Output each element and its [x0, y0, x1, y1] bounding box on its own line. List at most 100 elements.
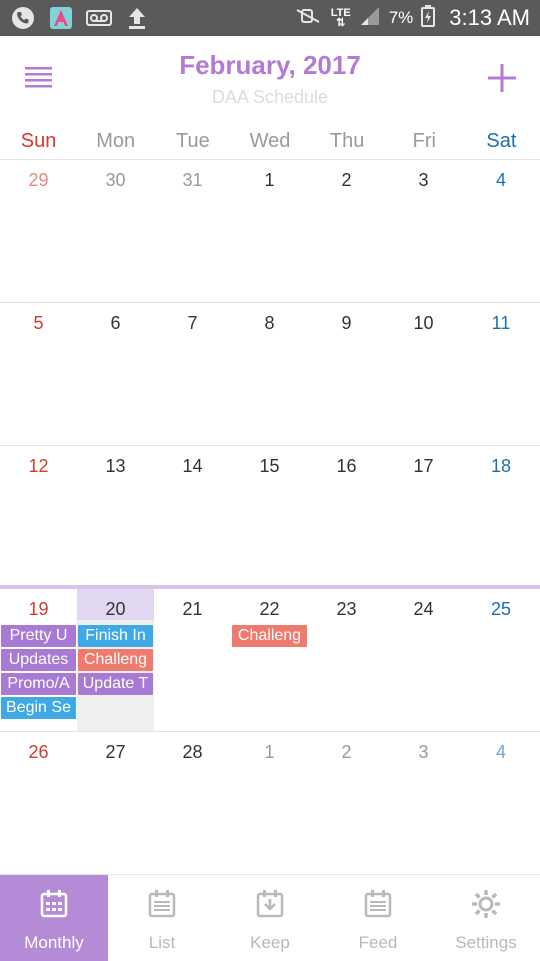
- event-chip[interactable]: Begin Se: [1, 697, 76, 719]
- clock: 3:13 AM: [449, 5, 530, 30]
- nav-label: Settings: [455, 933, 517, 952]
- upload-icon: [124, 5, 150, 31]
- day-number: 13: [105, 456, 126, 476]
- network-type: LTE ⇅: [330, 7, 351, 29]
- day-cell[interactable]: 1: [231, 160, 308, 302]
- weekday-wed: Wed: [249, 130, 291, 152]
- day-number: 9: [341, 313, 352, 333]
- day-cell[interactable]: 18: [462, 446, 540, 588]
- day-cell[interactable]: 15: [231, 446, 308, 588]
- status-bar: LTE ⇅ 7% 3:13 AM: [0, 0, 540, 36]
- calendar-week: 19 Pretty U Updates Promo/A Begin Se 20 Finish…: [0, 585, 540, 732]
- day-cell[interactable]: 8: [231, 303, 308, 445]
- day-cell[interactable]: 23: [308, 589, 385, 731]
- day-cell[interactable]: 25: [462, 589, 540, 731]
- phone-icon: [10, 5, 36, 31]
- calendar-name: DAA Schedule: [211, 87, 329, 107]
- day-number: 26: [28, 742, 49, 762]
- add-event-icon[interactable]: [484, 60, 520, 96]
- day-number: 27: [105, 742, 126, 762]
- weekday-tue: Tue: [175, 130, 210, 152]
- battery-percent: 7%: [388, 8, 414, 27]
- day-cell[interactable]: 30: [77, 160, 154, 302]
- nav-list[interactable]: List: [108, 875, 216, 961]
- day-cell[interactable]: 28: [154, 732, 231, 874]
- nav-label: Feed: [358, 933, 398, 952]
- day-cell[interactable]: 12: [0, 446, 77, 588]
- mute-icon: [293, 6, 323, 31]
- calendar-week: 29 30 31 1 2 3 4: [0, 160, 540, 303]
- day-cell[interactable]: 24: [385, 589, 462, 731]
- day-cell[interactable]: 31: [154, 160, 231, 302]
- day-cell[interactable]: 7: [154, 303, 231, 445]
- day-cell[interactable]: 3: [385, 160, 462, 302]
- voicemail-icon: [86, 5, 112, 31]
- day-cell[interactable]: 5: [0, 303, 77, 445]
- day-cell[interactable]: 22 Challeng: [231, 589, 308, 731]
- day-cell[interactable]: 6: [77, 303, 154, 445]
- bottom-navigation: Monthly List Keep Feed Settings: [0, 874, 540, 961]
- day-number: 4: [495, 742, 506, 762]
- day-cell[interactable]: 26: [0, 732, 77, 874]
- notification-icons: [10, 5, 150, 31]
- day-number: 1: [264, 742, 275, 762]
- day-number: 20: [77, 589, 154, 620]
- event-chip[interactable]: Finish In: [78, 625, 153, 647]
- nav-label: Monthly: [24, 933, 84, 952]
- day-cell[interactable]: 11: [462, 303, 540, 445]
- day-cell[interactable]: 27: [77, 732, 154, 874]
- day-cell[interactable]: 16: [308, 446, 385, 588]
- event-chip[interactable]: Challeng: [78, 649, 153, 671]
- day-number: 30: [105, 170, 126, 190]
- nav-feed[interactable]: Feed: [324, 875, 432, 961]
- day-number: 4: [495, 170, 506, 190]
- battery-charging-icon: [421, 4, 436, 32]
- day-number: 29: [28, 170, 49, 190]
- nav-label: Keep: [250, 933, 290, 952]
- day-number: 3: [418, 742, 429, 762]
- day-cell[interactable]: 2: [308, 160, 385, 302]
- day-number: 18: [490, 456, 512, 476]
- weekday-sun: Sun: [20, 130, 57, 152]
- list-icon: [147, 889, 177, 919]
- day-cell[interactable]: 9: [308, 303, 385, 445]
- month-title[interactable]: February, 2017: [0, 50, 540, 81]
- nav-settings[interactable]: Settings: [432, 875, 540, 961]
- day-number: 16: [336, 456, 357, 476]
- gear-icon: [471, 889, 501, 919]
- day-number: 10: [413, 313, 434, 333]
- day-cell[interactable]: 14: [154, 446, 231, 588]
- day-cell[interactable]: 17: [385, 446, 462, 588]
- day-number: 24: [413, 599, 434, 619]
- day-number: 21: [182, 599, 203, 619]
- calendar-week: 5 6 7 8 9 10 11: [0, 303, 540, 446]
- day-cell[interactable]: 19 Pretty U Updates Promo/A Begin Se: [0, 589, 77, 731]
- day-cell[interactable]: 1: [231, 732, 308, 874]
- day-number: 2: [341, 170, 352, 190]
- day-cell[interactable]: 20 Finish In Challeng Update T: [77, 589, 154, 731]
- download-box-icon: [255, 889, 285, 919]
- day-cell[interactable]: 2: [308, 732, 385, 874]
- day-number: 5: [33, 313, 44, 333]
- event-list: Pretty U Updates Promo/A Begin Se: [0, 625, 77, 719]
- nav-monthly[interactable]: Monthly: [0, 875, 108, 961]
- day-cell[interactable]: 21: [154, 589, 231, 731]
- event-chip[interactable]: Challeng: [232, 625, 307, 647]
- weekday-fri: Fri: [412, 130, 436, 152]
- day-cell[interactable]: 10: [385, 303, 462, 445]
- signal-icon: [359, 6, 381, 31]
- day-number: 22: [259, 599, 280, 619]
- day-number: 8: [264, 313, 275, 333]
- event-chip[interactable]: Promo/A: [1, 673, 76, 695]
- event-chip[interactable]: Pretty U: [1, 625, 76, 647]
- day-cell[interactable]: 3: [385, 732, 462, 874]
- day-cell[interactable]: 13: [77, 446, 154, 588]
- day-cell[interactable]: 4: [462, 160, 540, 302]
- event-chip[interactable]: Update T: [78, 673, 153, 695]
- calendar-grid-icon: [39, 889, 69, 919]
- calendar-week: 26 27 28 1 2 3 4: [0, 732, 540, 875]
- day-cell[interactable]: 29: [0, 160, 77, 302]
- day-cell[interactable]: 4: [462, 732, 540, 874]
- event-chip[interactable]: Updates: [1, 649, 76, 671]
- nav-keep[interactable]: Keep: [216, 875, 324, 961]
